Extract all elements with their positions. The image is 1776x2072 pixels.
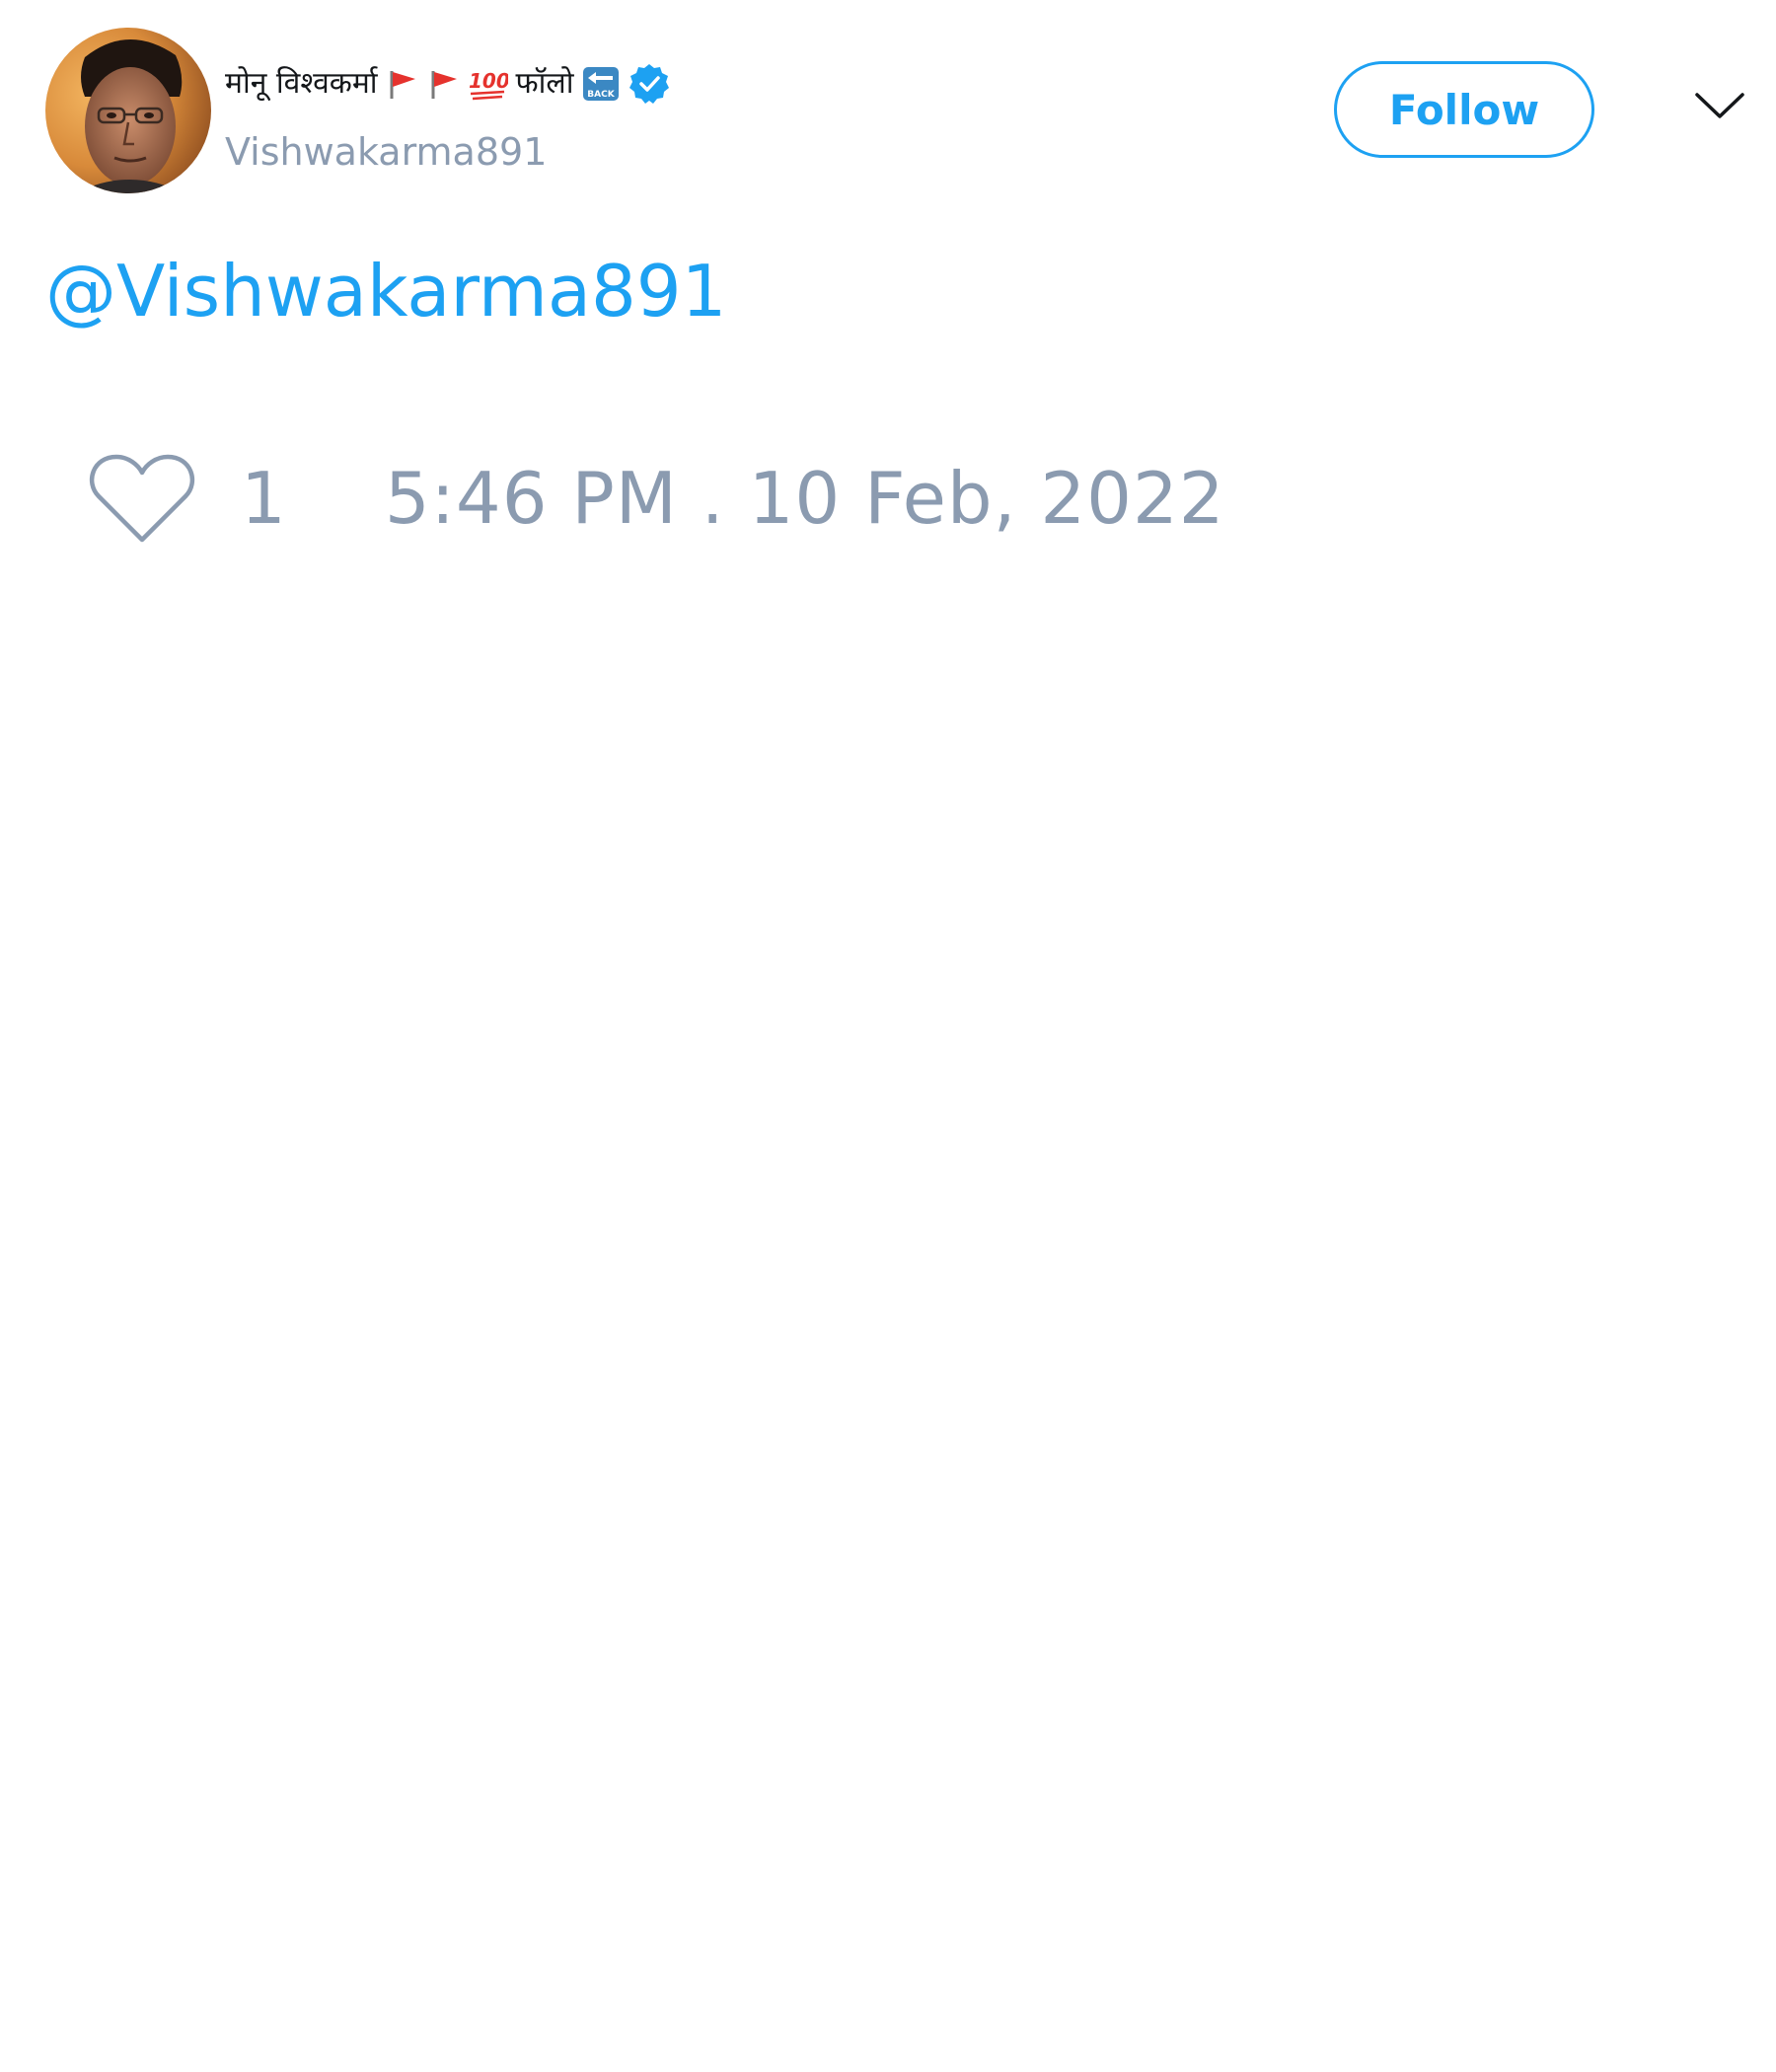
tweet-card: मोनू विश्वकर्मा 100 फॉलो BACK Vishwakarm… xyxy=(0,0,1776,2072)
tweet-text: @Vishwakarma891 xyxy=(45,247,726,335)
tweet-actions-row: 1 5:46 PM . 10 Feb, 2022 xyxy=(89,444,1225,553)
avatar[interactable] xyxy=(45,28,211,193)
mention-link[interactable]: @Vishwakarma891 xyxy=(45,250,726,333)
heart-icon xyxy=(89,454,195,543)
tweet-timestamp[interactable]: 5:46 PM . 10 Feb, 2022 xyxy=(385,457,1225,540)
like-count: 1 xyxy=(241,457,286,540)
author-display-name[interactable]: मोनू विश्वकर्मा xyxy=(225,57,378,111)
triangular-flag-icon xyxy=(427,64,461,104)
author-name-row[interactable]: मोनू विश्वकर्मा 100 फॉलो BACK xyxy=(225,57,671,111)
chevron-down-icon[interactable] xyxy=(1693,87,1746,126)
verified-badge-icon xyxy=(628,64,671,104)
author-name-suffix: फॉलो xyxy=(515,66,574,101)
hundred-points-icon: 100 xyxy=(469,64,508,104)
svg-text:BACK: BACK xyxy=(587,90,615,100)
triangular-flag-icon xyxy=(386,64,419,104)
author-handle[interactable]: Vishwakarma891 xyxy=(225,126,547,178)
like-button[interactable] xyxy=(89,449,195,548)
svg-text:100: 100 xyxy=(469,69,508,93)
back-arrow-icon: BACK xyxy=(582,64,620,104)
follow-button[interactable]: Follow xyxy=(1334,61,1594,158)
